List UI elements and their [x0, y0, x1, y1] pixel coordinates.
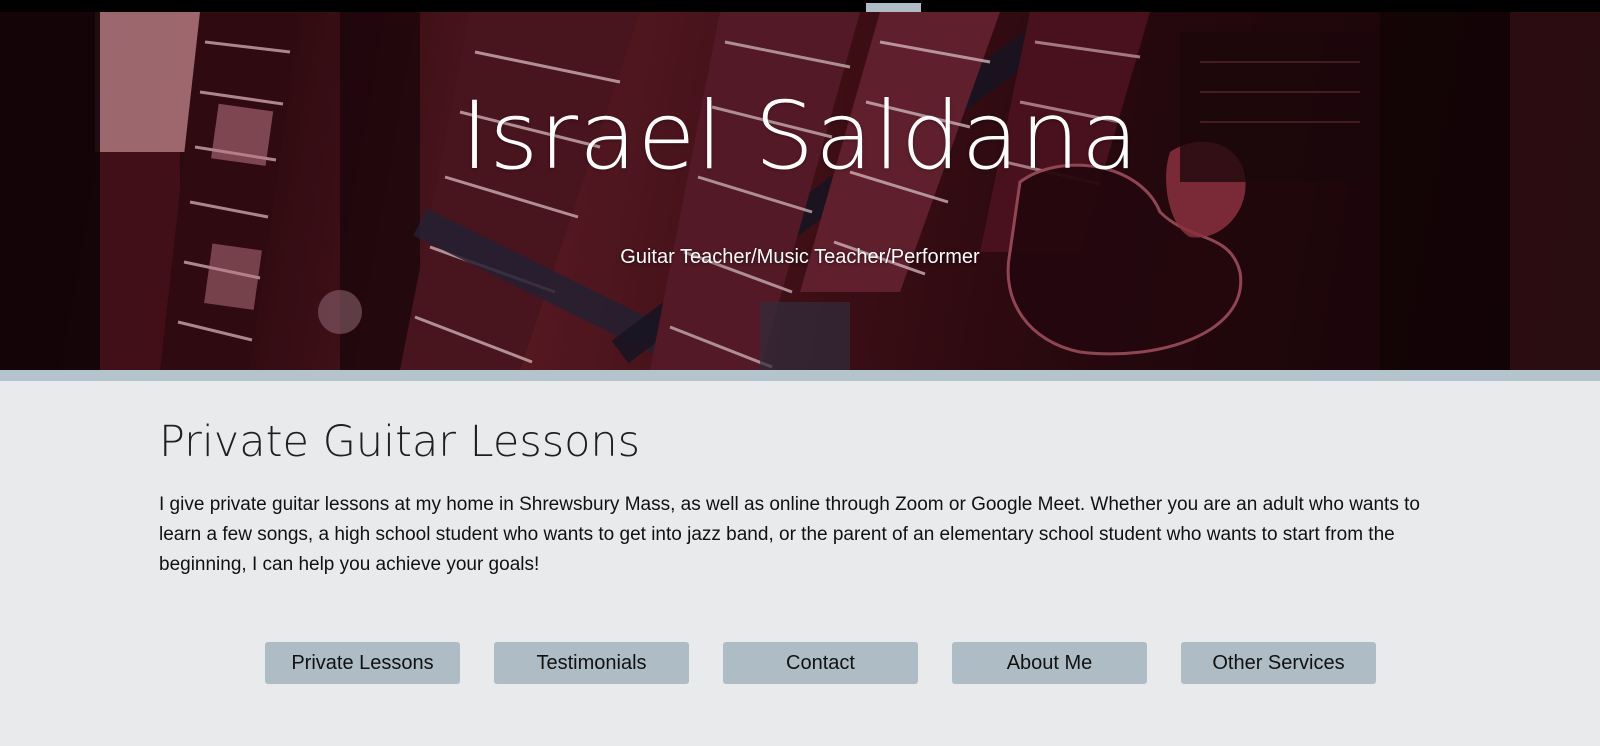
other-services-button[interactable]: Other Services: [1181, 642, 1376, 684]
testimonials-button[interactable]: Testimonials: [494, 642, 689, 684]
site-title: Israel Saldana: [460, 82, 1140, 191]
section-body: I give private guitar lessons at my home…: [159, 494, 1420, 576]
about-me-button[interactable]: About Me: [952, 642, 1147, 684]
section-divider: [0, 370, 1600, 381]
nav-buttons: Private Lessons Testimonials Contact Abo…: [0, 642, 1600, 684]
top-bar: [0, 0, 1600, 13]
hero-overlay: [0, 12, 1600, 370]
private-lessons-button[interactable]: Private Lessons: [265, 642, 460, 684]
site-subtitle: Guitar Teacher/Music Teacher/Performer: [620, 246, 980, 268]
section-heading: Private Guitar Lessons: [159, 417, 641, 467]
main-content: Private Guitar Lessons I give private gu…: [159, 381, 1459, 580]
hero-banner: Israel Saldana Guitar Teacher/Music Teac…: [0, 12, 1600, 370]
contact-button[interactable]: Contact: [723, 642, 918, 684]
